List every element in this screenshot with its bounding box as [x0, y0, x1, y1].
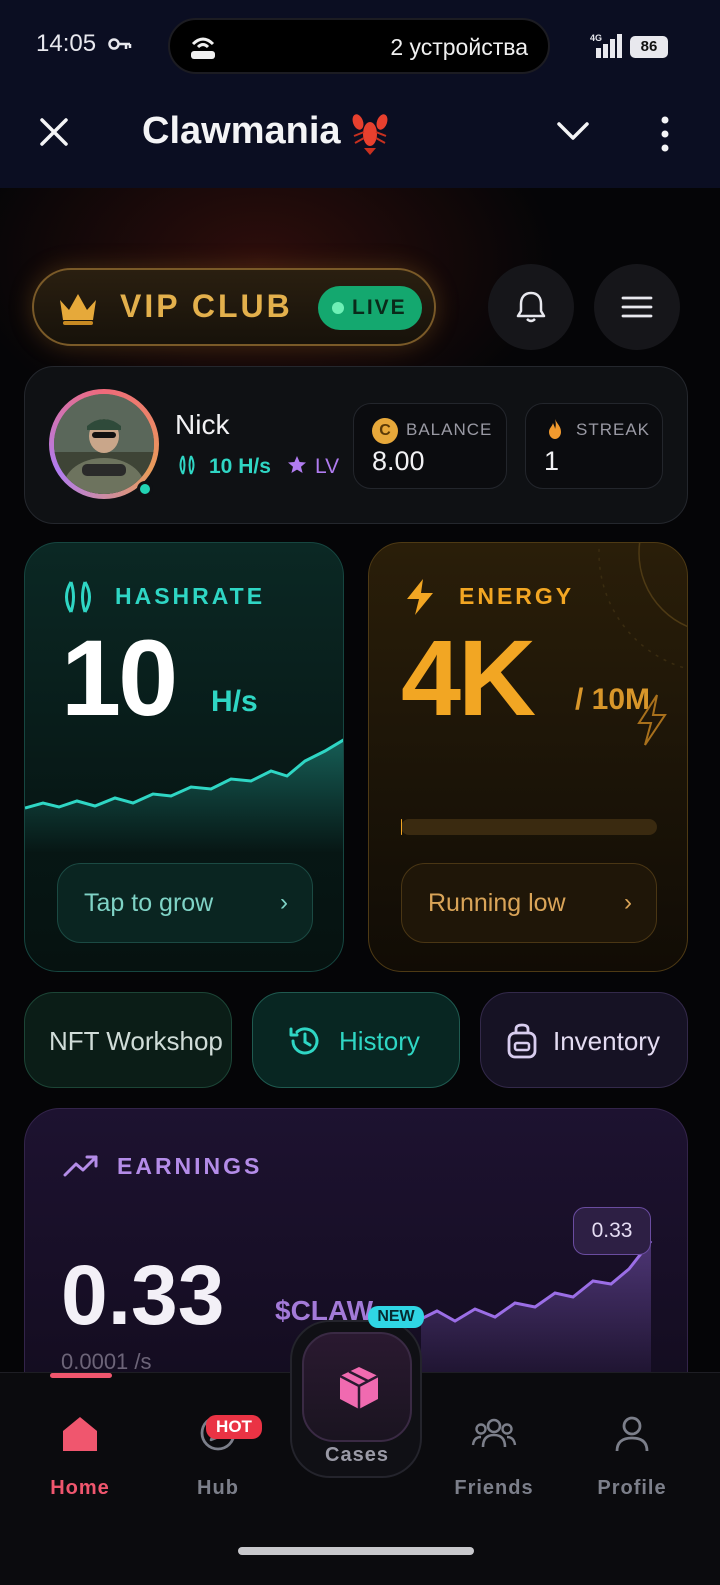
running-low-button[interactable]: Running low ›: [401, 863, 657, 943]
hashrate-card[interactable]: HASHRATE 10 H/s Tap to grow ›: [24, 542, 344, 972]
nav-hub-label: Hub: [197, 1477, 239, 1499]
tap-to-grow-button[interactable]: Tap to grow ›: [57, 863, 313, 943]
earnings-value: 0.33: [61, 1248, 225, 1342]
earnings-label: EARNINGS: [117, 1153, 263, 1179]
vip-club-label: VIP CLUB: [120, 288, 293, 324]
nav-friends-label: Friends: [454, 1477, 534, 1499]
key-icon: [108, 38, 132, 50]
bell-icon: [516, 291, 546, 323]
app-header: Clawmania: [0, 92, 720, 188]
profile-card: Nick 10 H/s LV C BALANCE 8.00 STREAK 1: [24, 366, 688, 524]
home-indicator[interactable]: [238, 1547, 474, 1555]
status-bar: 14:05 2 устройства 4G 86: [0, 0, 720, 92]
nav-friends[interactable]: Friends: [434, 1413, 554, 1509]
backpack-icon: [507, 1023, 537, 1059]
nav-profile[interactable]: Profile: [572, 1413, 692, 1509]
hashrate-unit: H/s: [211, 685, 258, 718]
live-badge: LIVE: [318, 286, 422, 330]
lightning-icon: [407, 579, 433, 615]
streak-box[interactable]: STREAK 1: [525, 403, 663, 489]
status-time: 14:05: [36, 30, 97, 57]
nav-cases-label: Cases: [325, 1444, 389, 1466]
app-screen: 14:05 2 устройства 4G 86 Clawmania VIP C…: [0, 0, 720, 1585]
hamburger-icon: [621, 296, 653, 318]
connected-devices-pill[interactable]: 2 устройства: [168, 18, 550, 74]
more-vertical-icon[interactable]: [654, 114, 676, 154]
chevron-right-icon: ›: [624, 889, 632, 916]
hashrate-value: 10: [61, 617, 178, 738]
notifications-button[interactable]: [488, 264, 574, 350]
cases-button-inner: [302, 1332, 412, 1442]
active-tab-indicator: [50, 1373, 112, 1378]
balance-label: BALANCE: [406, 420, 493, 439]
home-icon: [63, 1417, 97, 1451]
coin-icon: C: [372, 418, 398, 444]
vip-club-button[interactable]: VIP CLUB LIVE: [32, 268, 436, 346]
chevron-down-icon[interactable]: [556, 118, 590, 144]
trending-up-icon: [63, 1155, 98, 1177]
energy-card[interactable]: ENERGY 4K / 10M Running low ›: [368, 542, 688, 972]
nav-cases[interactable]: Cases: [290, 1320, 422, 1478]
hashrate-label: HASHRATE: [115, 583, 266, 609]
svg-text:4G: 4G: [590, 33, 602, 43]
battery-indicator: 86: [630, 36, 668, 58]
balance-box[interactable]: C BALANCE 8.00: [353, 403, 507, 489]
history-icon: [289, 1027, 319, 1055]
nav-home-label: Home: [50, 1477, 110, 1499]
star-icon: [288, 456, 306, 473]
hashrate-sparkline: [25, 738, 343, 853]
nav-profile-label: Profile: [597, 1477, 667, 1499]
nft-workshop-button[interactable]: NFT Workshop: [24, 992, 232, 1088]
box-icon: [339, 1367, 379, 1409]
inventory-label: Inventory: [553, 1026, 660, 1056]
history-label: History: [339, 1026, 420, 1056]
crown-icon: [60, 294, 96, 325]
menu-button[interactable]: [594, 264, 680, 350]
hashrate-icon: [65, 581, 91, 613]
nav-home[interactable]: Home: [20, 1413, 140, 1509]
new-badge: NEW: [368, 1306, 424, 1328]
avatar: [54, 394, 154, 494]
streak-value: 1: [544, 446, 560, 476]
person-icon: [615, 1416, 649, 1452]
profile-hashrate: 10 H/s: [209, 455, 271, 478]
devices-count-text: 2 устройства: [390, 34, 528, 60]
online-indicator: [137, 481, 153, 497]
energy-progress-track: [401, 819, 657, 835]
flame-icon: [549, 419, 561, 439]
inventory-button[interactable]: Inventory: [480, 992, 688, 1088]
nft-workshop-label: NFT Workshop: [49, 1026, 223, 1056]
balance-value: 8.00: [372, 446, 425, 476]
tap-to-grow-label: Tap to grow: [84, 889, 214, 917]
live-dot: [332, 302, 344, 314]
live-label: LIVE: [352, 296, 407, 319]
decorative-rings: [598, 543, 687, 670]
profile-name: Nick: [175, 409, 230, 440]
history-button[interactable]: History: [252, 992, 460, 1088]
signal-icon: 4G: [590, 33, 622, 58]
running-low-label: Running low: [428, 889, 566, 917]
earnings-value-badge: 0.33: [573, 1207, 651, 1255]
chevron-right-icon: ›: [280, 889, 288, 916]
hot-badge: HOT: [206, 1415, 262, 1439]
router-icon: [191, 37, 215, 59]
hashrate-icon: [179, 455, 195, 475]
lobster-icon: [352, 114, 388, 155]
close-icon[interactable]: [36, 114, 72, 150]
profile-level: LV: [315, 455, 340, 478]
app-title: Clawmania: [142, 110, 341, 152]
friends-icon: [471, 1418, 517, 1448]
streak-label: STREAK: [576, 420, 651, 439]
lightning-outline-icon: [637, 694, 667, 746]
energy-label: ENERGY: [459, 583, 575, 609]
energy-value: 4K: [401, 617, 536, 738]
